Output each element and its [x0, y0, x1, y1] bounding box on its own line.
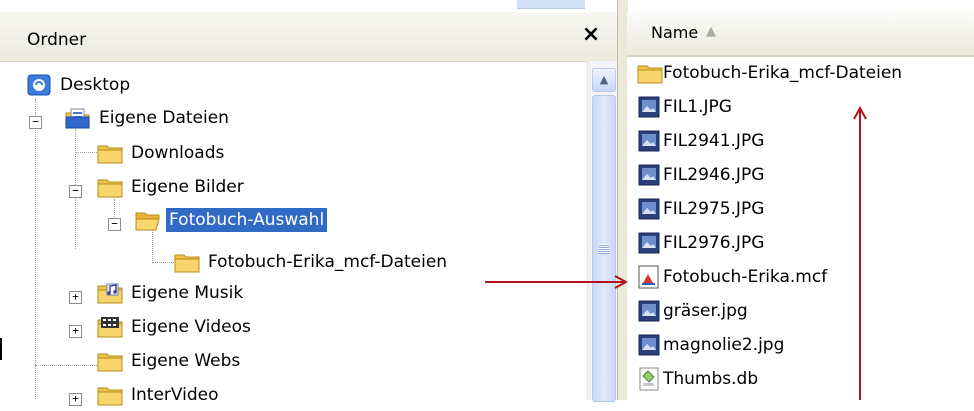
tree-node-label: Eigene Webs [131, 351, 241, 371]
video-folder-icon [97, 315, 123, 339]
toolbar-segment [517, 0, 585, 9]
tree-node-label: Eigene Videos [131, 317, 251, 337]
my-documents-icon [65, 106, 91, 130]
folder-icon [174, 250, 200, 274]
file-item[interactable]: Thumbs.db [637, 364, 758, 394]
file-label: magnolie2.jpg [663, 335, 785, 355]
file-label: gräser.jpg [663, 301, 748, 321]
file-list-pane: Name ▲ Fotobuch-Erika_mcf-Dateien FIL1.J… [627, 12, 974, 400]
mcf-file-icon [637, 265, 661, 289]
tree-node-eigene-videos[interactable]: Eigene Videos [97, 312, 254, 342]
folder-icon [97, 383, 123, 407]
tree-node-fotobuch-erika-mcf-dateien[interactable]: Fotobuch-Erika_mcf-Dateien [174, 247, 450, 277]
tree-line [75, 152, 97, 153]
file-label: FIL2975.JPG [663, 199, 765, 219]
desktop-icon [26, 73, 52, 97]
scroll-grip-icon [599, 244, 609, 254]
file-item[interactable]: gräser.jpg [637, 296, 748, 326]
file-label: Thumbs.db [663, 369, 759, 389]
window-top-strip [0, 0, 974, 12]
collapse-toggle[interactable]: − [108, 218, 121, 231]
file-label: FIL2976.JPG [663, 233, 765, 253]
file-item[interactable]: magnolie2.jpg [637, 330, 784, 360]
tree-node-intervideo[interactable]: InterVideo [97, 380, 222, 410]
tree-node-label-selected: Fotobuch-Auswahl [166, 208, 328, 232]
collapse-toggle[interactable]: − [29, 116, 42, 129]
file-label: Fotobuch-Erika.mcf [663, 267, 828, 287]
image-file-icon [637, 129, 661, 153]
file-item-folder[interactable]: Fotobuch-Erika_mcf-Dateien [637, 58, 902, 88]
folder-icon [97, 349, 123, 373]
file-item[interactable]: FIL2976.JPG [637, 228, 764, 258]
tree-node-label: Eigene Dateien [99, 108, 229, 128]
db-file-icon [637, 367, 661, 391]
tree-node-label: Fotobuch-Erika_mcf-Dateien [208, 252, 448, 272]
edge-mark [0, 338, 2, 360]
folders-pane-header: Ordner × [0, 12, 617, 62]
tree-node-label: Downloads [131, 143, 225, 163]
folder-icon [97, 141, 123, 165]
close-folders-button[interactable]: × [578, 22, 604, 48]
image-file-icon [637, 299, 661, 323]
folder-open-icon [135, 208, 161, 232]
folder-tree-scrollbar[interactable]: ▲ [587, 61, 618, 402]
tree-node-fotobuch-auswahl[interactable]: Fotobuch-Auswahl [135, 205, 328, 235]
expand-toggle[interactable]: + [69, 325, 82, 338]
tree-node-eigene-musik[interactable]: Eigene Musik [97, 278, 246, 308]
file-item[interactable]: FIL2941.JPG [637, 126, 764, 156]
tree-node-label: Eigene Bilder [131, 177, 244, 197]
folder-icon [97, 175, 123, 199]
scroll-thumb[interactable] [592, 95, 616, 402]
folders-pane-title: Ordner [27, 30, 87, 50]
tree-node-desktop[interactable]: Desktop [26, 70, 133, 100]
file-label: Fotobuch-Erika_mcf-Dateien [663, 63, 903, 83]
tree-line [152, 262, 174, 263]
file-label: FIL1.JPG [663, 97, 732, 117]
sort-ascending-icon: ▲ [706, 24, 716, 39]
scroll-up-button[interactable]: ▲ [592, 68, 616, 92]
tree-line [35, 365, 97, 366]
file-label: FIL2941.JPG [663, 131, 765, 151]
tree-node-label: InterVideo [131, 385, 219, 405]
folder-icon [637, 61, 663, 85]
column-header-name[interactable]: Name ▲ [627, 12, 974, 57]
expand-toggle[interactable]: + [69, 291, 82, 304]
tree-node-label: Eigene Musik [131, 283, 244, 303]
file-label: FIL2946.JPG [663, 165, 765, 185]
file-item[interactable]: FIL2946.JPG [637, 160, 764, 190]
image-file-icon [637, 95, 661, 119]
file-item[interactable]: FIL1.JPG [637, 92, 732, 122]
column-name-label: Name [651, 23, 699, 42]
file-item[interactable]: FIL2975.JPG [637, 194, 764, 224]
tree-node-label: Desktop [60, 75, 131, 95]
image-file-icon [637, 333, 661, 357]
tree-node-eigene-webs[interactable]: Eigene Webs [97, 346, 243, 376]
tree-node-eigene-bilder[interactable]: Eigene Bilder [97, 172, 247, 202]
image-file-icon [637, 163, 661, 187]
folders-pane: Ordner × Desktop − Eigene Dateien Downlo… [0, 12, 618, 406]
tree-node-eigene-dateien[interactable]: Eigene Dateien [65, 103, 232, 133]
image-file-icon [637, 231, 661, 255]
collapse-toggle[interactable]: − [69, 185, 82, 198]
tree-node-downloads[interactable]: Downloads [97, 138, 227, 168]
file-item[interactable]: Fotobuch-Erika.mcf [637, 262, 827, 292]
music-folder-icon [97, 281, 123, 305]
image-file-icon [637, 197, 661, 221]
tree-line [35, 99, 36, 399]
folder-tree: Desktop − Eigene Dateien Downloads − Eig… [0, 61, 587, 406]
